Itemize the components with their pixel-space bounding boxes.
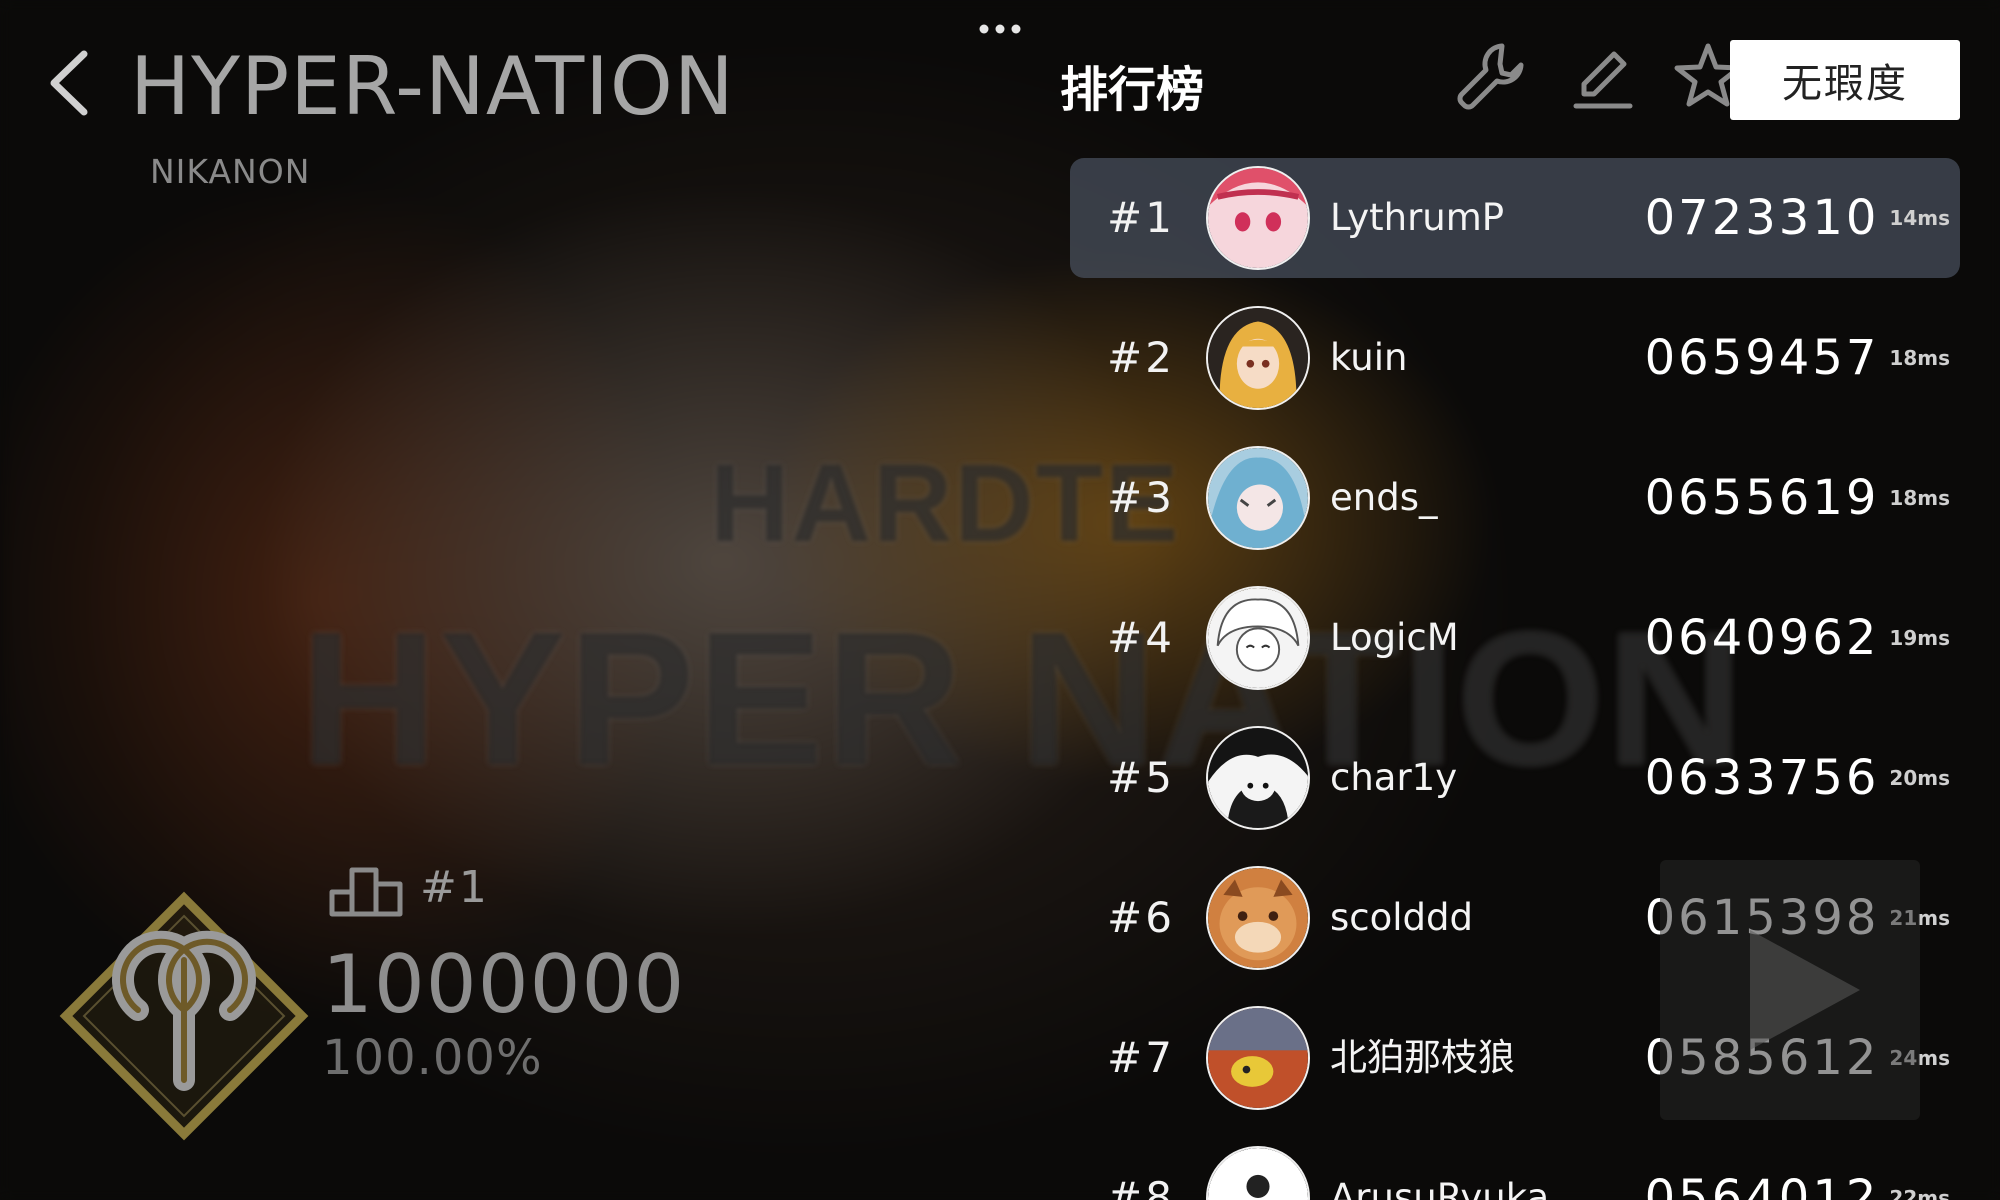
default-avatar-icon[interactable] xyxy=(1206,1146,1310,1200)
row-rank: #3 xyxy=(1107,473,1175,522)
leaderboard-row[interactable]: #5 char1y 0633756 20ms xyxy=(1070,718,1960,838)
row-score: 0723310 xyxy=(1644,190,1880,246)
player-score: 1000000 xyxy=(322,938,686,1031)
row-ms: 18ms xyxy=(1889,486,1950,510)
player-name: 北狛那枝狼 xyxy=(1330,1036,1515,1079)
row-score: 0659457 xyxy=(1644,330,1880,386)
row-ms: 14ms xyxy=(1889,206,1950,230)
player-avatar[interactable] xyxy=(1206,1006,1310,1110)
row-score: 0655619 xyxy=(1644,470,1880,526)
row-rank: #4 xyxy=(1107,613,1175,662)
player-rank: #1 xyxy=(420,862,489,913)
edit-button[interactable] xyxy=(1562,36,1642,116)
song-artist: NIKANON xyxy=(150,152,311,191)
more-options-button[interactable] xyxy=(978,18,1022,40)
settings-button[interactable] xyxy=(1450,36,1530,116)
player-name: ArusuRyuka xyxy=(1330,1176,1550,1200)
pencil-icon xyxy=(1573,51,1633,109)
player-name: ends_ xyxy=(1330,476,1438,519)
row-score: 0633756 xyxy=(1644,750,1880,806)
leaderboard-row[interactable]: #2 kuin 0659457 18ms xyxy=(1070,298,1960,418)
back-arrow-icon xyxy=(50,50,88,116)
wrench-icon xyxy=(1457,43,1524,110)
row-ms: 22ms xyxy=(1889,1186,1950,1200)
row-ms: 19ms xyxy=(1889,626,1950,650)
score-group: 0655619 18ms xyxy=(1645,438,1950,558)
player-accuracy: 100.00% xyxy=(322,1030,543,1086)
rank-podium-icon xyxy=(328,862,404,918)
leaderboard-row[interactable]: #4 LogicM 0640962 19ms xyxy=(1070,578,1960,698)
more-dots-icon xyxy=(979,24,1021,34)
mode-select-button[interactable]: 无瑕度 xyxy=(1730,40,1960,120)
song-title: HYPER-NATION xyxy=(130,40,735,133)
leaderboard-row[interactable]: #8 ArusuRyuka 0564012 22ms xyxy=(1070,1138,1960,1200)
player-name: scolddd xyxy=(1330,896,1473,939)
grade-badge-icon xyxy=(59,891,309,1141)
player-avatar[interactable] xyxy=(1206,306,1310,410)
score-group: 0659457 18ms xyxy=(1645,298,1950,418)
row-rank: #2 xyxy=(1107,333,1175,382)
row-score: 0640962 xyxy=(1644,610,1880,666)
score-group: 0723310 14ms xyxy=(1645,158,1950,278)
play-preview-button[interactable] xyxy=(1660,860,1920,1120)
row-rank: #8 xyxy=(1107,1173,1175,1200)
player-name: char1y xyxy=(1330,756,1458,799)
score-group: 0633756 20ms xyxy=(1645,718,1950,838)
row-rank: #7 xyxy=(1107,1033,1175,1082)
leaderboard-title: 排行榜 xyxy=(1060,62,1205,118)
player-name: LythrumP xyxy=(1330,196,1505,239)
row-ms: 18ms xyxy=(1889,346,1950,370)
player-avatar[interactable] xyxy=(1206,586,1310,690)
row-rank: #1 xyxy=(1107,193,1175,242)
leaderboard-row[interactable]: #3 ends_ 0655619 18ms xyxy=(1070,438,1960,558)
player-avatar[interactable] xyxy=(1206,726,1310,830)
row-score: 0564012 xyxy=(1644,1170,1880,1200)
player-name: LogicM xyxy=(1330,616,1459,659)
player-avatar[interactable] xyxy=(1206,866,1310,970)
score-group: 0564012 22ms xyxy=(1645,1138,1950,1200)
row-rank: #6 xyxy=(1107,893,1175,942)
back-button[interactable] xyxy=(44,48,96,118)
player-avatar[interactable] xyxy=(1206,166,1310,270)
player-avatar[interactable] xyxy=(1206,446,1310,550)
row-rank: #5 xyxy=(1107,753,1175,802)
grade-badge xyxy=(58,890,310,1142)
score-group: 0640962 19ms xyxy=(1645,578,1950,698)
player-name: kuin xyxy=(1330,336,1408,379)
row-ms: 20ms xyxy=(1889,766,1950,790)
play-icon xyxy=(1750,930,1860,1050)
leaderboard-row[interactable]: #1 LythrumP 0723310 14ms xyxy=(1070,158,1960,278)
